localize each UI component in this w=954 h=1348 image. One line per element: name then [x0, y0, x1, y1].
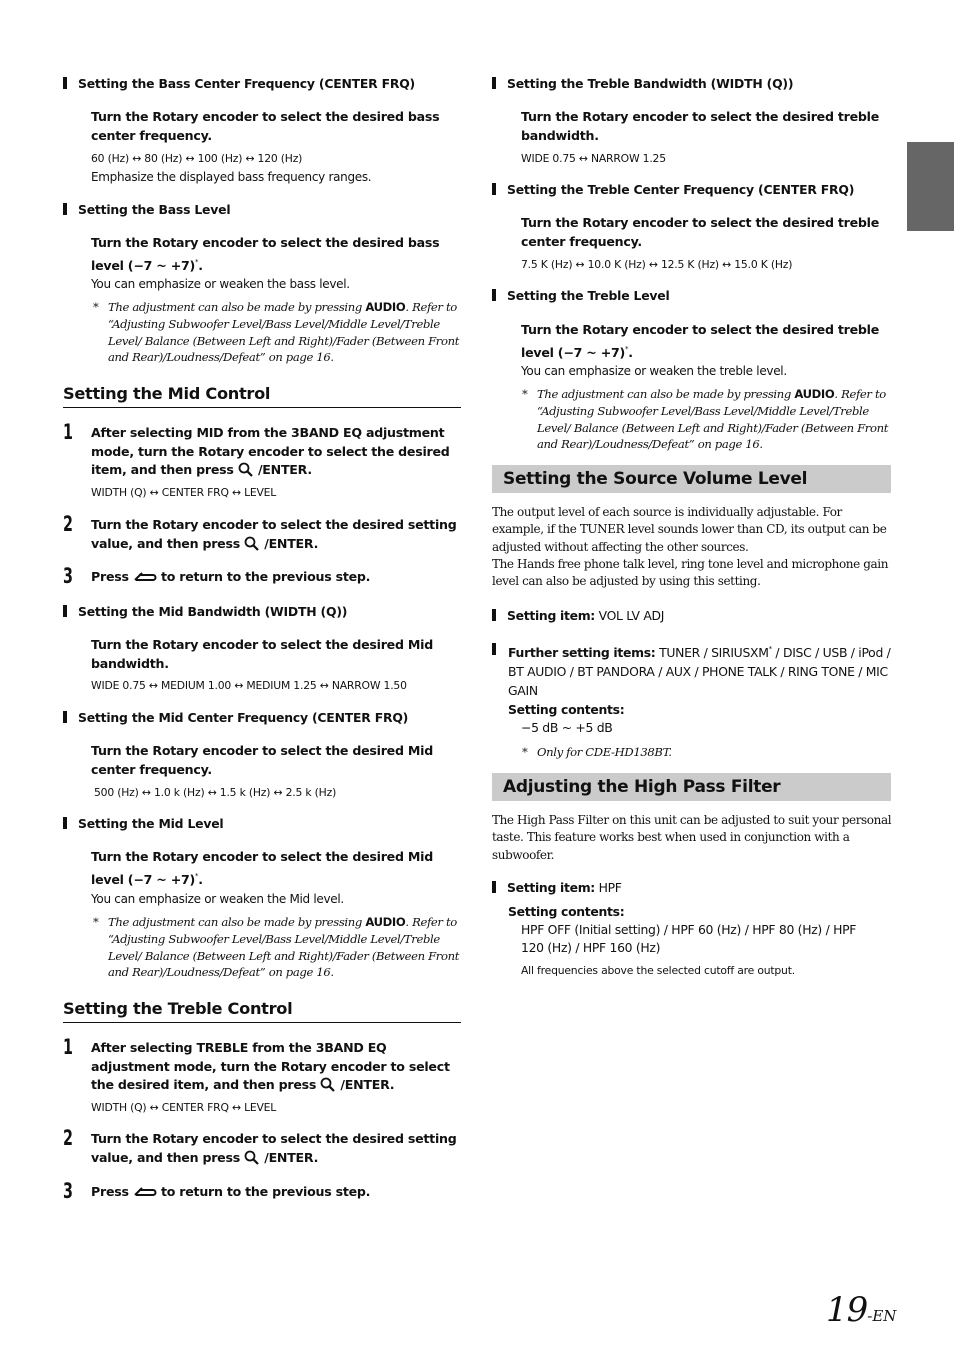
heading-bar — [492, 183, 496, 195]
bass-center-desc: Emphasize the displayed bass frequency r… — [91, 170, 372, 184]
heading-bar — [492, 289, 496, 301]
source-note: * Only for CDE-HD138BT. — [522, 745, 672, 759]
mid-step3-instruction: Press to return to the previous step. — [91, 569, 371, 584]
bass-center-heading: Setting the Bass Center Frequency (CENTE… — [63, 76, 415, 91]
hpf-contents-value: HPF OFF (Initial setting) / HPF 60 (Hz) … — [521, 922, 857, 955]
mid-level-desc: You can emphasize or weaken the Mid leve… — [91, 892, 344, 906]
bass-level-heading: Setting the Bass Level — [63, 202, 231, 217]
bass-level-desc: You can emphasize or weaken the bass lev… — [91, 277, 350, 291]
treble-center-instruction: Turn the Rotary encoder to select the de… — [521, 215, 880, 249]
heading-bar — [63, 711, 67, 723]
bass-center-instruction: Turn the Rotary encoder to select the de… — [91, 109, 440, 143]
heading-bar — [63, 605, 67, 617]
source-volume-para2: The Hands free phone talk level, ring to… — [492, 557, 889, 589]
bass-level-note: * The adjustment can also be made by pres… — [93, 300, 460, 365]
hpf-para: The High Pass Filter on this unit can be… — [492, 813, 892, 862]
source-contents-value: −5 dB ~ +5 dB — [521, 720, 613, 735]
treble-level-instruction: Turn the Rotary encoder to select the de… — [521, 322, 880, 360]
hpf-desc: All frequencies above the selected cutof… — [521, 964, 795, 977]
treble-level-desc: You can emphasize or weaken the treble l… — [521, 364, 787, 378]
treble-step2-instruction: Turn the Rotary encoder to select the de… — [91, 1131, 457, 1165]
treble-step3-instruction: Press to return to the previous step. — [91, 1184, 371, 1199]
return-icon — [134, 572, 157, 581]
step-number: 1 — [63, 1035, 73, 1059]
source-further-items: Further setting items: TUNER / SIRIUSXM*… — [492, 640, 893, 700]
mid-center-instruction: Turn the Rotary encoder to select the de… — [91, 743, 433, 777]
return-icon — [134, 1187, 157, 1196]
mid-level-instruction: Turn the Rotary encoder to select the de… — [91, 849, 433, 887]
treble-center-heading: Setting the Treble Center Frequency (CEN… — [492, 182, 854, 197]
hpf-setting-item: Setting item: HPF — [492, 879, 622, 897]
mid-level-note: * The adjustment can also be made by pres… — [93, 915, 460, 980]
mid-bandwidth-options: WIDE 0.75 ↔ MEDIUM 1.00 ↔ MEDIUM 1.25 ↔ … — [91, 679, 407, 692]
heading-bar — [492, 643, 496, 655]
hpf-contents-label: Setting contents: — [508, 904, 625, 919]
mid-bandwidth-instruction: Turn the Rotary encoder to select the de… — [91, 637, 433, 671]
search-enter-icon — [244, 1150, 259, 1165]
source-volume-para1: The output level of each source is indiv… — [492, 505, 887, 554]
section-tab — [907, 142, 954, 231]
search-enter-icon — [320, 1077, 336, 1092]
search-enter-icon — [244, 536, 259, 551]
treble-center-options: 7.5 K (Hz) ↔ 10.0 K (Hz) ↔ 12.5 K (Hz) ↔… — [521, 258, 793, 271]
treble-level-note: * The adjustment can also be made by pres… — [522, 387, 889, 452]
treble-level-heading: Setting the Treble Level — [492, 288, 670, 303]
heading-bar — [63, 203, 67, 215]
mid-center-options: 500 (Hz) ↔ 1.0 k (Hz) ↔ 1.5 k (Hz) ↔ 2.5… — [94, 786, 337, 799]
mid-step1-instruction: After selecting MID from the 3BAND EQ ad… — [91, 425, 450, 478]
mid-center-heading: Setting the Mid Center Frequency (CENTER… — [63, 710, 408, 725]
page-number: 19-EN — [826, 1290, 897, 1330]
heading-bar — [492, 77, 496, 89]
divider — [63, 1022, 461, 1023]
treble-bandwidth-instruction: Turn the Rotary encoder to select the de… — [521, 109, 880, 143]
step-number: 2 — [63, 512, 73, 536]
treble-bandwidth-options: WIDE 0.75 ↔ NARROW 1.25 — [521, 152, 666, 165]
mid-level-heading: Setting the Mid Level — [63, 816, 224, 831]
bass-level-instruction: Turn the Rotary encoder to select the de… — [91, 235, 440, 273]
source-setting-item: Setting item: VOL LV ADJ — [492, 607, 664, 625]
treble-step1-options: WIDTH (Q) ↔ CENTER FRQ ↔ LEVEL — [91, 1101, 277, 1114]
mid-step2-instruction: Turn the Rotary encoder to select the de… — [91, 517, 457, 551]
divider — [63, 407, 461, 408]
mid-bandwidth-heading: Setting the Mid Bandwidth (WIDTH (Q)) — [63, 604, 347, 619]
search-enter-icon — [238, 462, 253, 477]
heading-bar — [492, 881, 496, 893]
step-number: 3 — [63, 1179, 73, 1203]
treble-bandwidth-heading: Setting the Treble Bandwidth (WIDTH (Q)) — [492, 76, 794, 91]
heading-bar — [492, 609, 496, 621]
source-volume-title: Setting the Source Volume Level — [492, 465, 891, 493]
heading-bar — [63, 77, 67, 89]
step-number: 2 — [63, 1126, 73, 1150]
source-contents-label: Setting contents: — [508, 702, 625, 717]
treble-control-title: Setting the Treble Control — [63, 999, 293, 1018]
bass-center-options: 60 (Hz) ↔ 80 (Hz) ↔ 100 (Hz) ↔ 120 (Hz) — [91, 152, 303, 165]
step-number: 1 — [63, 420, 73, 444]
treble-step1-instruction: After selecting TREBLE from the 3BAND EQ… — [91, 1040, 450, 1093]
mid-control-title: Setting the Mid Control — [63, 384, 271, 403]
heading-bar — [63, 817, 67, 829]
mid-step1-options: WIDTH (Q) ↔ CENTER FRQ ↔ LEVEL — [91, 486, 277, 499]
hpf-title: Adjusting the High Pass Filter — [492, 773, 891, 801]
step-number: 3 — [63, 564, 73, 588]
